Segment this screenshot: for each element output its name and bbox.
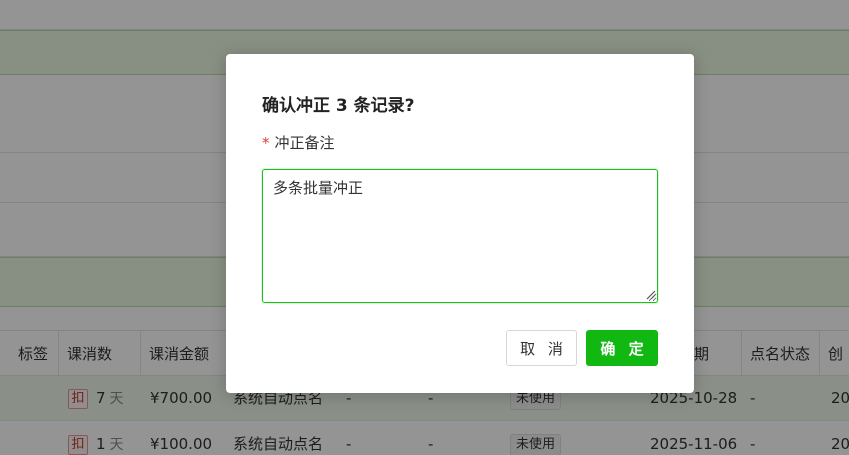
remark-field-label: * 冲正备注 [262, 132, 335, 153]
remark-label-text: 冲正备注 [274, 134, 335, 152]
confirm-button[interactable]: 确 定 [586, 330, 658, 366]
required-mark: * [262, 134, 270, 152]
cancel-button[interactable]: 取 消 [506, 330, 577, 366]
reversal-confirm-dialog: 确认冲正 3 条记录? * 冲正备注 多条批量冲正 取 消 确 定 [226, 54, 694, 393]
remark-textarea[interactable]: 多条批量冲正 [262, 169, 658, 303]
dialog-title: 确认冲正 3 条记录? [262, 96, 415, 116]
